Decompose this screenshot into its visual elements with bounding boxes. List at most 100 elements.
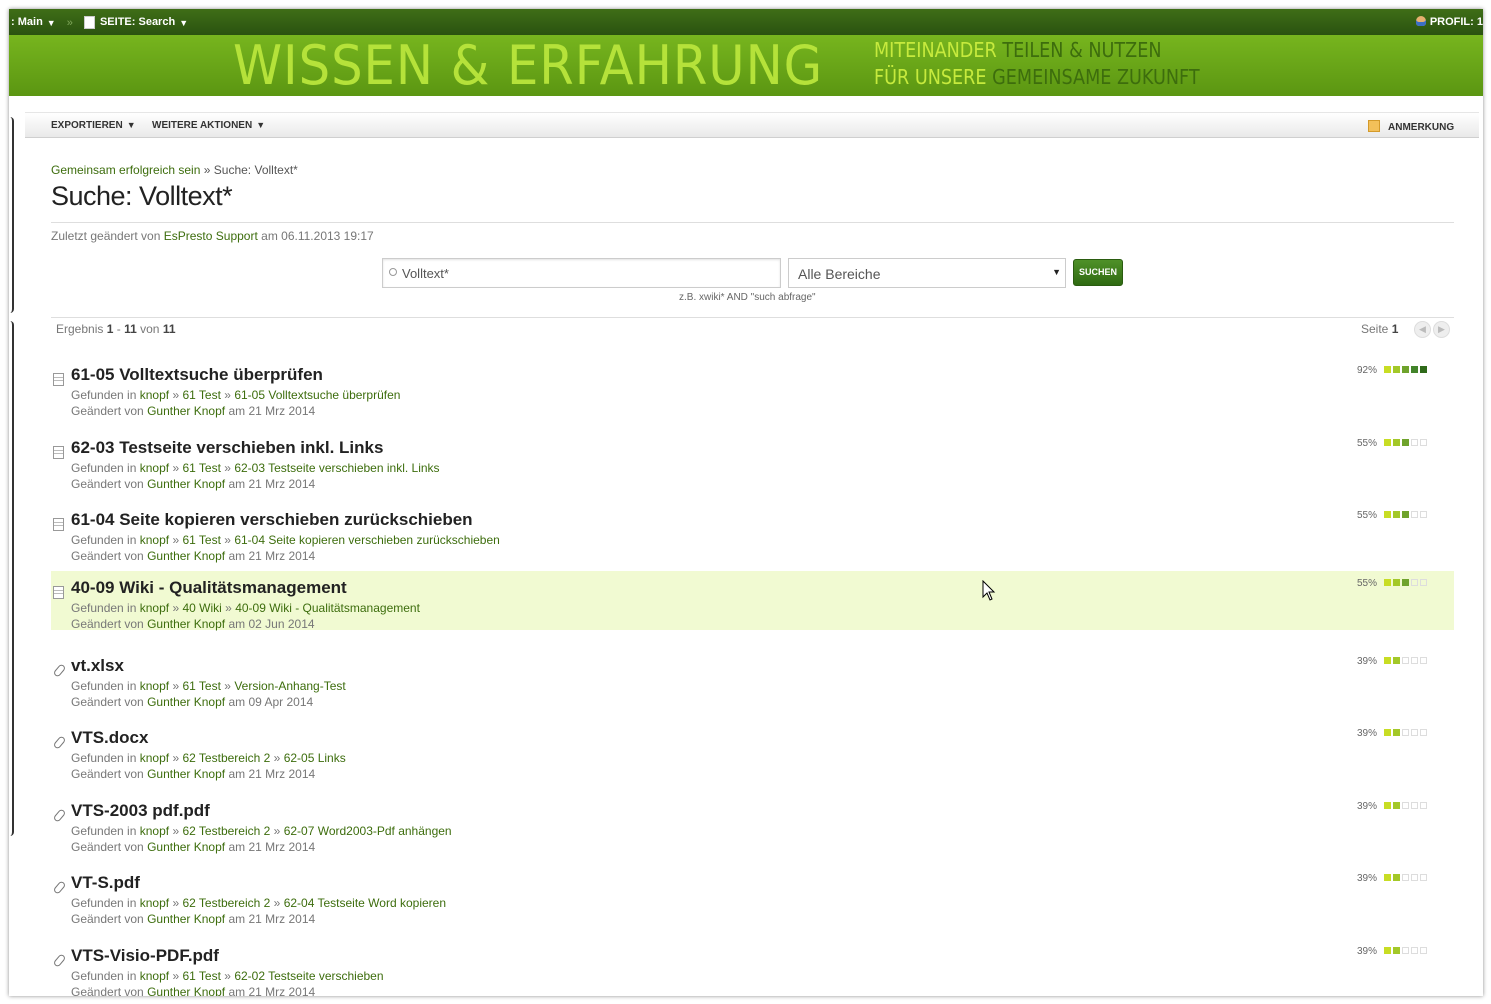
relevance-square — [1420, 366, 1427, 373]
result-path-link[interactable]: knopf — [140, 601, 169, 615]
result-title-link[interactable]: VTS-2003 pdf.pdf — [71, 801, 210, 821]
result-title-link[interactable]: vt.xlsx — [71, 656, 124, 676]
result-path-link[interactable]: 61-04 Seite kopieren verschieben zurücks… — [234, 533, 500, 547]
result-path-link[interactable]: 62-04 Testseite Word kopieren — [284, 896, 446, 910]
result-path-link[interactable]: 62-02 Testseite verschieben — [234, 969, 383, 983]
search-result-row[interactable]: VTS-Visio-PDF.pdf Gefunden in knopf » 61 … — [51, 946, 1454, 996]
space-menu[interactable]: : Main ▼ — [11, 16, 56, 29]
relevance-square — [1393, 874, 1400, 881]
author-link[interactable]: EsPresto Support — [164, 229, 258, 243]
result-location: Gefunden in knopf » 61 Test » 61-05 Voll… — [71, 388, 401, 402]
result-author-link[interactable]: Gunther Knopf — [147, 477, 225, 491]
result-changed: Geändert von Gunther Knopf am 21 Mrz 201… — [71, 404, 316, 418]
top-navigation-bar: : Main ▼ » SEITE: Search ▼ PROFIL: 1 — [9, 9, 1483, 35]
result-path-link[interactable]: knopf — [140, 969, 169, 983]
result-path-link[interactable]: Version-Anhang-Test — [234, 679, 345, 693]
relevance-bar — [1384, 511, 1429, 519]
result-path-link[interactable]: 62 Testbereich 2 — [182, 896, 270, 910]
relevance-square — [1393, 366, 1400, 373]
banner-headline: WISSEN & ERFAHRUNG — [233, 34, 824, 97]
result-path-link[interactable]: 61 Test — [182, 388, 220, 402]
search-result-row[interactable]: VTS-2003 pdf.pdf Gefunden in knopf » 62 T… — [51, 801, 1454, 861]
relevance-square — [1411, 874, 1418, 881]
result-author-link[interactable]: Gunther Knopf — [147, 404, 225, 418]
more-actions-menu[interactable]: WEITERE AKTIONEN ▼ — [152, 120, 265, 131]
search-result-row[interactable]: 40-09 Wiki - Qualitätsmanagement Gefunden… — [51, 571, 1454, 631]
search-input-value: Volltext* — [402, 266, 449, 281]
space-menu-label: Main — [17, 16, 43, 29]
page-edge-decoration — [9, 321, 14, 836]
result-path-link[interactable]: knopf — [140, 461, 169, 475]
result-author-link[interactable]: Gunther Knopf — [147, 549, 225, 563]
result-location: Gefunden in knopf » 40 Wiki » 40-09 Wiki… — [71, 601, 420, 615]
result-title-link[interactable]: 40-09 Wiki - Qualitätsmanagement — [71, 578, 347, 598]
scope-select[interactable]: Alle Bereiche ▼ — [788, 258, 1066, 288]
comment-button[interactable]: ANMERKUNG — [1368, 120, 1454, 133]
result-path-link[interactable]: knopf — [140, 824, 169, 838]
search-result-row[interactable]: VT-S.pdf Gefunden in knopf » 62 Testberei… — [51, 873, 1454, 933]
result-title-link[interactable]: 61-05 Volltextsuche überprüfen — [71, 365, 323, 385]
result-path-link[interactable]: 62 Testbereich 2 — [182, 824, 270, 838]
result-path-link[interactable]: knopf — [140, 679, 169, 693]
page-edge-decoration — [9, 117, 14, 313]
relevance-square — [1384, 511, 1391, 518]
relevance-bar — [1384, 657, 1429, 665]
export-menu[interactable]: EXPORTIEREN ▼ — [51, 120, 136, 131]
previous-page-button[interactable]: ◀ — [1414, 321, 1431, 338]
result-author-link[interactable]: Gunther Knopf — [147, 767, 225, 781]
result-author-link[interactable]: Gunther Knopf — [147, 840, 225, 854]
relevance-square — [1411, 729, 1418, 736]
next-page-button[interactable]: ▶ — [1433, 321, 1450, 338]
search-result-row[interactable]: 61-04 Seite kopieren verschieben zurücks… — [51, 510, 1454, 570]
relevance-square — [1420, 874, 1427, 881]
comment-icon — [1368, 120, 1380, 132]
result-path-link[interactable]: 62 Testbereich 2 — [182, 751, 270, 765]
page-menu-label: Search — [138, 16, 176, 29]
relevance-square — [1420, 657, 1427, 664]
result-path-link[interactable]: 61 Test — [182, 969, 220, 983]
page-indicator: Seite 1 — [1361, 322, 1399, 336]
result-path-link[interactable]: knopf — [140, 896, 169, 910]
search-button[interactable]: SUCHEN — [1073, 259, 1123, 286]
relevance-score: 39% — [1357, 656, 1378, 667]
breadcrumb-home-link[interactable]: Gemeinsam erfolgreich sein — [51, 163, 200, 177]
result-title-link[interactable]: VTS.docx — [71, 728, 148, 748]
result-path-link[interactable]: knopf — [140, 388, 169, 402]
result-author-link[interactable]: Gunther Knopf — [147, 617, 225, 631]
result-path-link[interactable]: knopf — [140, 751, 169, 765]
search-result-row[interactable]: vt.xlsx Gefunden in knopf » 61 Test » Ver… — [51, 656, 1454, 716]
result-author-link[interactable]: Gunther Knopf — [147, 985, 225, 996]
profile-menu[interactable]: PROFIL: 1 — [1415, 16, 1483, 28]
result-title-link[interactable]: 62-03 Testseite verschieben inkl. Links — [71, 438, 383, 458]
relevance-score: 55% — [1357, 578, 1378, 589]
profile-value: 1 — [1476, 16, 1483, 28]
result-path-link[interactable]: knopf — [140, 533, 169, 547]
result-path-link[interactable]: 61 Test — [182, 533, 220, 547]
result-changed: Geändert von Gunther Knopf am 09 Apr 201… — [71, 695, 314, 709]
result-path-link[interactable]: 61 Test — [182, 461, 220, 475]
result-author-link[interactable]: Gunther Knopf — [147, 912, 225, 926]
scope-select-value: Alle Bereiche — [798, 266, 881, 282]
relevance-square — [1411, 802, 1418, 809]
result-title-link[interactable]: 61-04 Seite kopieren verschieben zurücks… — [71, 510, 473, 530]
relevance-square — [1402, 511, 1409, 518]
search-input[interactable]: Volltext* — [382, 258, 781, 288]
paperclip-icon — [52, 953, 67, 968]
result-path-link[interactable]: 62-03 Testseite verschieben inkl. Links — [234, 461, 439, 475]
search-result-row[interactable]: 62-03 Testseite verschieben inkl. Links G… — [51, 438, 1454, 498]
search-result-row[interactable]: 61-05 Volltextsuche überprüfen Gefunden i… — [51, 365, 1454, 425]
relevance-square — [1393, 579, 1400, 586]
result-path-link[interactable]: 40 Wiki — [182, 601, 221, 615]
result-path-link[interactable]: 40-09 Wiki - Qualitätsmanagement — [235, 601, 420, 615]
document-icon — [53, 446, 64, 459]
search-result-row[interactable]: VTS.docx Gefunden in knopf » 62 Testberei… — [51, 728, 1454, 788]
result-author-link[interactable]: Gunther Knopf — [147, 695, 225, 709]
user-icon — [1415, 16, 1426, 26]
result-title-link[interactable]: VTS-Visio-PDF.pdf — [71, 946, 219, 966]
result-path-link[interactable]: 61-05 Volltextsuche überprüfen — [234, 388, 400, 402]
result-path-link[interactable]: 61 Test — [182, 679, 220, 693]
page-menu[interactable]: SEITE: Search ▼ — [83, 16, 188, 29]
result-title-link[interactable]: VT-S.pdf — [71, 873, 140, 893]
result-path-link[interactable]: 62-07 Word2003-Pdf anhängen — [284, 824, 452, 838]
result-path-link[interactable]: 62-05 Links — [284, 751, 346, 765]
